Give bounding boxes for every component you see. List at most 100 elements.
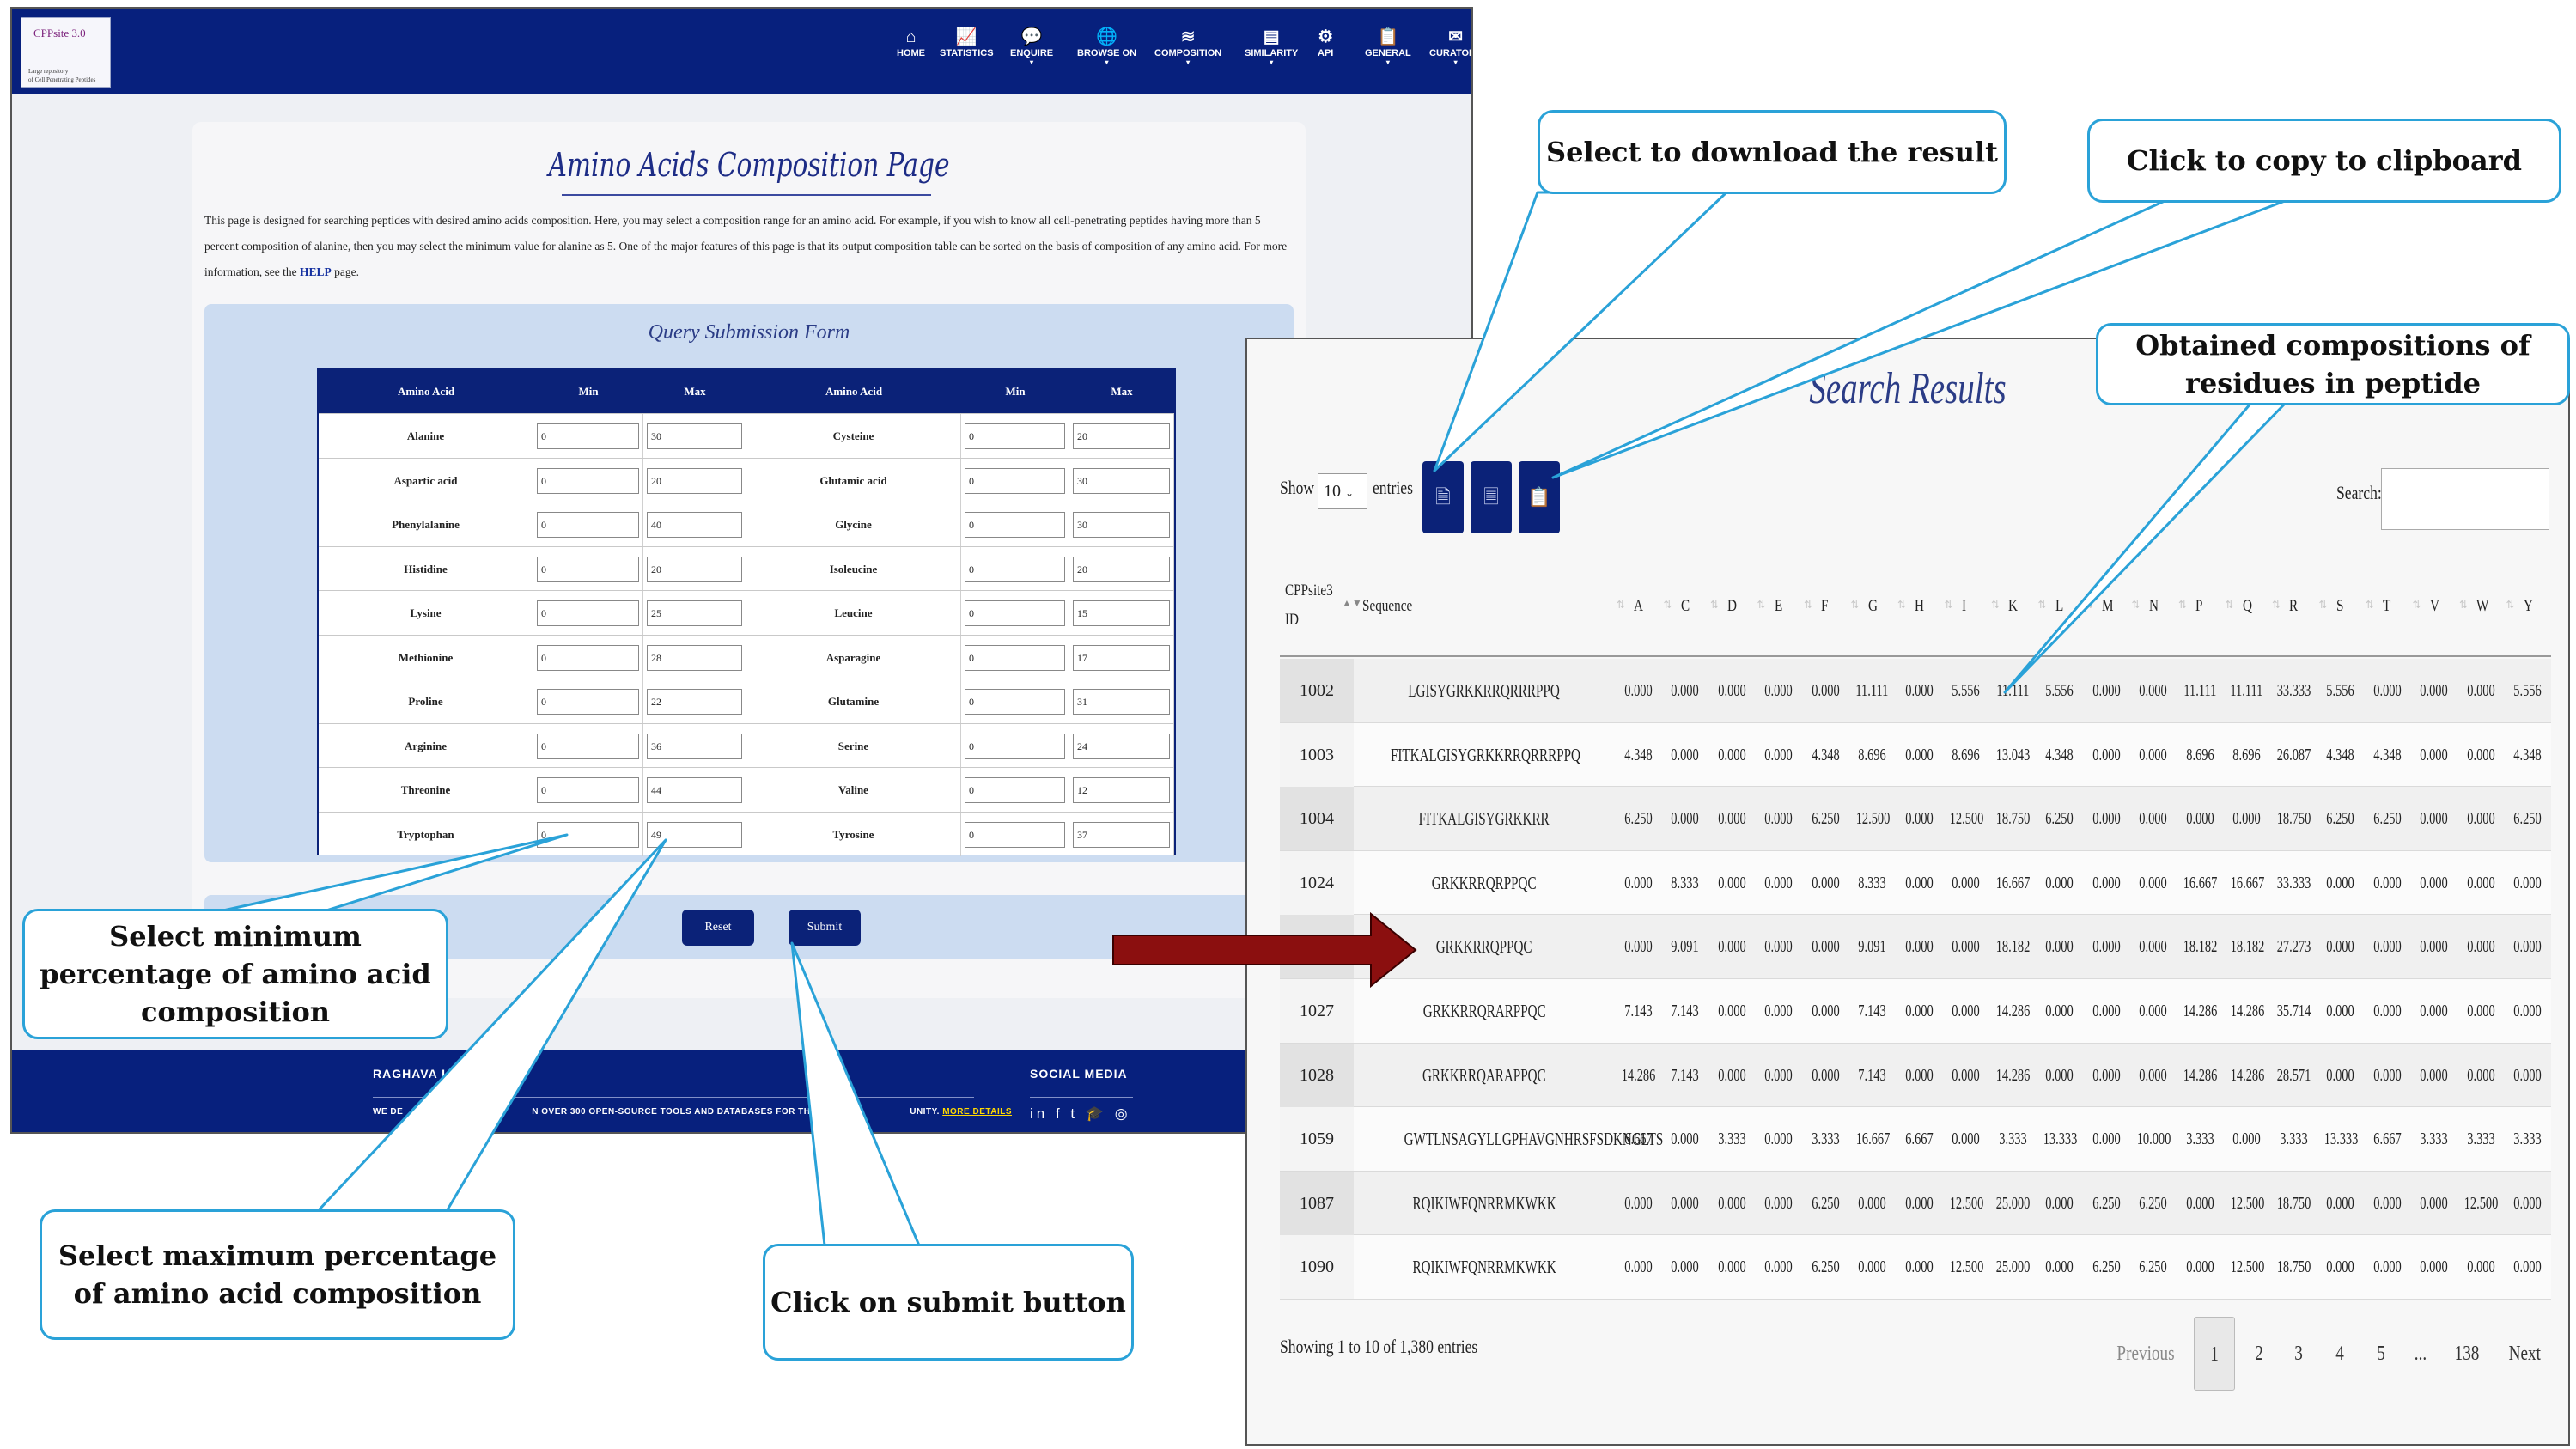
max-input[interactable]: 22 bbox=[647, 689, 742, 715]
min-input[interactable]: 0 bbox=[965, 556, 1065, 582]
residue-header-w[interactable]: W bbox=[2476, 597, 2488, 616]
max-input[interactable]: 20 bbox=[647, 556, 742, 582]
min-input[interactable]: 0 bbox=[537, 467, 639, 494]
sort-icon[interactable]: ▲▼ bbox=[1342, 597, 1362, 610]
max-input[interactable]: 17 bbox=[1073, 644, 1170, 671]
min-input[interactable]: 0 bbox=[537, 777, 639, 803]
pagination-next[interactable]: Next bbox=[2500, 1317, 2549, 1391]
min-input[interactable]: 0 bbox=[537, 733, 639, 759]
sort-icon[interactable]: ⇅ bbox=[1617, 599, 1625, 612]
max-input[interactable]: 20 bbox=[1073, 423, 1170, 449]
sort-icon[interactable]: ⇅ bbox=[1897, 599, 1906, 612]
sort-icon[interactable]: ⇅ bbox=[2366, 599, 2374, 612]
sort-icon[interactable]: ⇅ bbox=[1804, 599, 1812, 612]
nav-item-general[interactable]: 📋 GENERAL ▾ bbox=[1365, 26, 1411, 67]
nav-item-home[interactable]: ⌂ HOME bbox=[897, 26, 925, 58]
max-input[interactable]: 24 bbox=[1073, 733, 1170, 759]
residue-header-r[interactable]: R bbox=[2289, 597, 2298, 616]
residue-header-d[interactable]: D bbox=[1727, 597, 1737, 616]
residue-header-m[interactable]: M bbox=[2102, 597, 2114, 616]
sort-icon[interactable]: ⇅ bbox=[2132, 599, 2141, 612]
sort-icon[interactable]: ⇅ bbox=[1851, 599, 1860, 612]
copy-clipboard-button[interactable]: 📋 bbox=[1519, 461, 1560, 533]
min-input[interactable]: 0 bbox=[537, 821, 639, 848]
residue-header-g[interactable]: G bbox=[1868, 597, 1878, 616]
table-row[interactable]: 1004 FITKALGISYGRKKRR 6.250 0.000 0.000 0.000… bbox=[1280, 787, 2551, 851]
min-input[interactable]: 0 bbox=[537, 556, 639, 582]
residue-header-s[interactable]: S bbox=[2336, 597, 2343, 616]
residue-header-q[interactable]: Q bbox=[2243, 597, 2252, 616]
min-input[interactable]: 0 bbox=[965, 423, 1065, 449]
min-input[interactable]: 0 bbox=[537, 423, 639, 449]
csv-download-button[interactable]: 🗎 bbox=[1422, 461, 1464, 533]
residue-header-y[interactable]: Y bbox=[2524, 597, 2533, 616]
sort-icon[interactable]: ⇅ bbox=[1710, 599, 1719, 612]
max-input[interactable]: 28 bbox=[647, 644, 742, 671]
residue-header-v[interactable]: V bbox=[2430, 597, 2439, 616]
sort-icon[interactable]: ⇅ bbox=[2272, 599, 2281, 612]
table-row[interactable]: 1087 RQIKIWFQNRRMKWKK 0.000 0.000 0.000 0.000… bbox=[1280, 1171, 2551, 1236]
submit-button[interactable]: Submit bbox=[789, 910, 861, 946]
sort-icon[interactable]: ⇅ bbox=[1945, 599, 1953, 612]
pagination-previous[interactable]: Previous bbox=[2104, 1317, 2187, 1391]
min-input[interactable]: 0 bbox=[537, 689, 639, 715]
sort-icon[interactable]: ⇅ bbox=[2459, 599, 2468, 612]
sort-icon[interactable]: ⇅ bbox=[2413, 599, 2421, 612]
table-row[interactable]: 1090 RQIKIWFQNRRMKWKK 0.000 0.000 0.000 0.000… bbox=[1280, 1235, 2551, 1300]
max-input[interactable]: 15 bbox=[1073, 600, 1170, 626]
sort-icon[interactable]: ⇅ bbox=[2178, 599, 2187, 612]
table-row[interactable]: 1059 GWTLNSAGYLLGPHAVGNHRSFSDKNGLTS 6.667 0… bbox=[1280, 1107, 2551, 1172]
max-input[interactable]: 49 bbox=[647, 821, 742, 848]
max-input[interactable]: 25 bbox=[647, 600, 742, 626]
search-input[interactable] bbox=[2381, 468, 2549, 530]
residue-header-k[interactable]: K bbox=[2008, 597, 2018, 616]
min-input[interactable]: 0 bbox=[965, 733, 1065, 759]
table-row[interactable]: 1024 GRKKRRQRPPQC 0.000 8.333 0.000 0.000 0.00… bbox=[1280, 850, 2551, 916]
pagination-page[interactable]: 2 bbox=[2244, 1317, 2275, 1391]
table-row[interactable]: 1002 LGISYGRKKRRQRRRPPQ 0.000 0.000 0.000 0.0… bbox=[1280, 659, 2551, 723]
reset-button[interactable]: Reset bbox=[682, 910, 754, 946]
more-details-link[interactable]: MORE DETAILS bbox=[942, 1107, 1012, 1117]
min-input[interactable]: 0 bbox=[537, 600, 639, 626]
sort-icon[interactable]: ⇅ bbox=[2038, 599, 2047, 612]
table-row[interactable]: 1003 FITKALGISYGRKKRRQRRRPPQ 4.348 0.000 0.0… bbox=[1280, 722, 2551, 788]
table-row[interactable]: 1028 GRKKRRQARAPPQC 14.286 7.143 0.000 0.000 0… bbox=[1280, 1043, 2551, 1108]
residue-header-h[interactable]: H bbox=[1915, 597, 1924, 616]
max-input[interactable]: 31 bbox=[1073, 689, 1170, 715]
residue-header-c[interactable]: C bbox=[1681, 597, 1690, 616]
residue-header-n[interactable]: N bbox=[2149, 597, 2159, 616]
pagination-page[interactable]: 138 bbox=[2443, 1317, 2491, 1391]
nav-item-composition[interactable]: ≋ COMPOSITION ▾ bbox=[1154, 26, 1221, 67]
table-row[interactable]: 1025 GRKKRRQPPQC 0.000 9.091 0.000 0.000 0.000… bbox=[1280, 915, 2551, 979]
nav-item-curators[interactable]: ✉ CURATORS▾ bbox=[1429, 26, 1471, 67]
min-input[interactable]: 0 bbox=[965, 467, 1065, 494]
table-row[interactable]: 1027 GRKKRRQRARPPQC 7.143 7.143 0.000 0.000 0.… bbox=[1280, 979, 2551, 1044]
min-input[interactable]: 0 bbox=[965, 689, 1065, 715]
sort-icon[interactable]: ⇅ bbox=[2506, 599, 2515, 612]
pagination-page[interactable]: 5 bbox=[2366, 1317, 2396, 1391]
max-input[interactable]: 12 bbox=[1073, 777, 1170, 803]
min-input[interactable]: 0 bbox=[965, 644, 1065, 671]
residue-header-f[interactable]: F bbox=[1821, 597, 1828, 616]
max-input[interactable]: 30 bbox=[647, 423, 742, 449]
residue-header-p[interactable]: P bbox=[2195, 597, 2202, 616]
social-icons[interactable]: in f t 🎓 ◎ bbox=[1030, 1105, 1131, 1123]
min-input[interactable]: 0 bbox=[965, 512, 1065, 538]
residue-header-e[interactable]: E bbox=[1775, 597, 1782, 616]
nav-item-similarity[interactable]: ▤ SIMILARITY ▾ bbox=[1245, 26, 1298, 67]
max-input[interactable]: 37 bbox=[1073, 821, 1170, 848]
sort-icon[interactable]: ⇅ bbox=[1757, 599, 1766, 612]
residue-header-t[interactable]: T bbox=[2383, 597, 2390, 616]
pagination-page[interactable]: 1 bbox=[2194, 1317, 2235, 1391]
max-input[interactable]: 30 bbox=[1073, 467, 1170, 494]
entries-per-page-select[interactable]: 10 ⌄ bbox=[1318, 473, 1367, 509]
min-input[interactable]: 0 bbox=[537, 644, 639, 671]
nav-item-api[interactable]: ⚙ API bbox=[1318, 26, 1333, 58]
pagination-page[interactable]: 4 bbox=[2324, 1317, 2355, 1391]
sort-icon[interactable]: ⇅ bbox=[1991, 599, 2000, 612]
sort-icon[interactable]: ⇅ bbox=[2226, 599, 2234, 612]
sequence-header[interactable]: Sequence bbox=[1362, 597, 1412, 616]
nav-item-statistics[interactable]: 📈 STATISTICS bbox=[940, 26, 994, 58]
max-input[interactable]: 30 bbox=[1073, 512, 1170, 538]
nav-item-enquire[interactable]: 💬 ENQUIRE ▾ bbox=[1010, 26, 1053, 67]
